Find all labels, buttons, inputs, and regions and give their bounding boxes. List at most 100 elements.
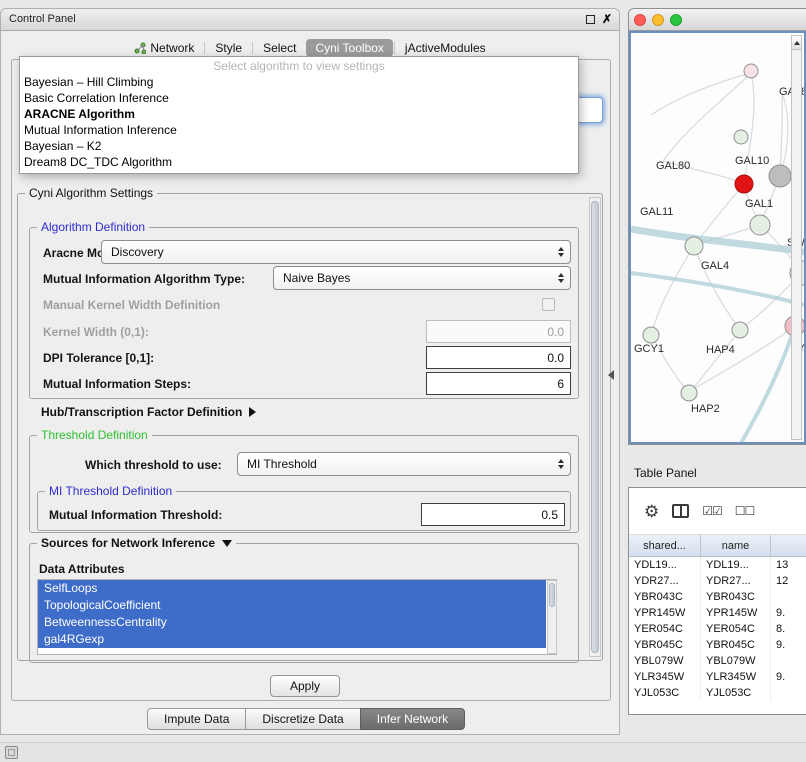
mi-threshold-field[interactable]: 0.5 <box>421 503 565 526</box>
tab-jactivemodules[interactable]: jActiveModules <box>396 39 495 57</box>
cell[interactable] <box>771 685 805 701</box>
apply-button[interactable]: Apply <box>270 675 340 697</box>
cell[interactable]: 9. <box>771 605 805 621</box>
expander-expanded-icon <box>222 540 232 547</box>
scrollbar-thumb[interactable] <box>591 201 599 653</box>
data-attributes-list[interactable]: SelfLoops TopologicalCoefficient Between… <box>37 579 557 655</box>
list-item-gal4rgexp[interactable]: gal4RGexp <box>38 631 546 648</box>
combo-value: Naive Bayes <box>274 271 552 285</box>
dpi-tolerance-field[interactable]: 0.0 <box>426 346 571 369</box>
which-threshold-combo[interactable]: MI Threshold <box>237 452 571 476</box>
cell[interactable]: YPR145W <box>701 605 771 621</box>
aracne-mode-combo[interactable]: Discovery <box>101 240 571 264</box>
cell[interactable]: YJL053C <box>629 685 701 701</box>
network-node-gal4[interactable] <box>685 237 703 255</box>
dropdown-item-aracne[interactable]: ARACNE Algorithm <box>20 106 578 122</box>
table-row[interactable]: YBL079W YBL079W <box>629 653 806 669</box>
list-item-topologicalcoefficient[interactable]: TopologicalCoefficient <box>38 597 546 614</box>
cell[interactable]: YLR345W <box>701 669 771 685</box>
cell[interactable]: 12 <box>771 573 805 589</box>
tab-discretize-data[interactable]: Discretize Data <box>245 708 360 730</box>
settings-scrollbar[interactable] <box>589 197 601 657</box>
tab-select[interactable]: Select <box>254 39 305 57</box>
cell[interactable]: YDL19... <box>629 557 701 573</box>
dropdown-item-basic-correlation[interactable]: Basic Correlation Inference <box>20 90 578 106</box>
table-row[interactable]: YBR045C YBR045C 9. <box>629 637 806 653</box>
scroll-up-arrow[interactable] <box>792 36 801 50</box>
cell[interactable]: YBL079W <box>629 653 701 669</box>
network-node[interactable] <box>744 64 758 78</box>
docked-panel-icon[interactable] <box>5 746 18 759</box>
dropdown-item-mutual-information[interactable]: Mutual Information Inference <box>20 122 578 138</box>
column-header-partial[interactable] <box>771 535 805 556</box>
tab-infer-network[interactable]: Infer Network <box>360 708 465 730</box>
cell[interactable]: YBL079W <box>701 653 771 669</box>
close-icon[interactable]: ✗ <box>602 12 612 26</box>
cell[interactable]: YDR27... <box>629 573 701 589</box>
scrollbar-thumb[interactable] <box>549 583 555 607</box>
cell[interactable]: YPR145W <box>629 605 701 621</box>
float-window-icon[interactable] <box>586 15 595 24</box>
hub-definition-expander[interactable]: Hub/Transcription Factor Definition <box>41 405 256 419</box>
cell[interactable]: YBR043C <box>701 589 771 605</box>
zoom-traffic-light[interactable] <box>670 14 682 26</box>
tab-cyni-toolbox[interactable]: Cyni Toolbox <box>306 39 392 57</box>
cell[interactable]: YBR043C <box>629 589 701 605</box>
kernel-width-field[interactable]: 0.0 <box>426 320 571 343</box>
cell[interactable] <box>771 653 805 669</box>
cell[interactable]: 9. <box>771 637 805 653</box>
table-row[interactable]: YJL053C YJL053C <box>629 685 806 701</box>
cell[interactable]: YBR045C <box>701 637 771 653</box>
network-node-hap4[interactable] <box>732 322 748 338</box>
sources-expander[interactable]: Sources for Network Inference <box>37 536 236 550</box>
list-item-selfloops[interactable]: SelfLoops <box>38 580 546 597</box>
mi-type-combo[interactable]: Naive Bayes <box>273 266 571 290</box>
dropdown-item-dream8[interactable]: Dream8 DC_TDC Algorithm <box>20 154 578 170</box>
network-scrollbar[interactable] <box>791 35 802 440</box>
table-row[interactable]: YLR345W YLR345W 9. <box>629 669 806 685</box>
table-row[interactable]: YDR27... YDR27... 12 <box>629 573 806 589</box>
network-node-selected-red[interactable] <box>735 175 753 193</box>
cell[interactable]: 8. <box>771 621 805 637</box>
network-node-hap2[interactable] <box>681 385 697 401</box>
cell[interactable]: YBR045C <box>629 637 701 653</box>
minimize-traffic-light[interactable] <box>652 14 664 26</box>
cell[interactable]: YJL053C <box>701 685 771 701</box>
tab-network[interactable]: Network <box>125 39 203 57</box>
network-node-gal1[interactable] <box>750 215 770 235</box>
select-all-icon[interactable]: ☑☑ <box>702 504 722 518</box>
dropdown-item-bayesian-k2[interactable]: Bayesian – K2 <box>20 138 578 154</box>
tab-style[interactable]: Style <box>206 39 251 57</box>
table-row[interactable]: YDL19... YDL19... 13 <box>629 557 806 573</box>
mi-steps-field[interactable]: 6 <box>426 372 571 395</box>
deselect-all-icon[interactable]: ☐☐ <box>735 504 755 518</box>
network-node-gal10[interactable] <box>769 165 791 187</box>
cell[interactable]: 13 <box>771 557 805 573</box>
combo-value: Discovery <box>102 245 552 259</box>
field-value: 0.0 <box>547 325 564 339</box>
cell[interactable]: YDR27... <box>701 573 771 589</box>
network-node[interactable] <box>734 130 748 144</box>
tab-impute-data[interactable]: Impute Data <box>147 708 246 730</box>
cell[interactable]: YER054C <box>629 621 701 637</box>
gear-icon[interactable]: ⚙ <box>644 503 659 520</box>
cell[interactable] <box>771 589 805 605</box>
cell[interactable]: YER054C <box>701 621 771 637</box>
table-row[interactable]: YPR145W YPR145W 9. <box>629 605 806 621</box>
table-row[interactable]: YBR043C YBR043C <box>629 589 806 605</box>
cell[interactable]: 9. <box>771 669 805 685</box>
column-header-shared-name[interactable]: shared... <box>629 535 701 556</box>
list-scrollbar[interactable] <box>547 580 557 654</box>
cell[interactable]: YLR345W <box>629 669 701 685</box>
list-item-betweennesscentrality[interactable]: BetweennessCentrality <box>38 614 546 631</box>
cell[interactable]: YDL19... <box>701 557 771 573</box>
splitter-collapse-arrow[interactable] <box>608 370 614 380</box>
network-canvas[interactable]: GAL8 GAL80 GAL10 GAL11 GAL1 SWI4 GAL4 GC… <box>629 31 806 444</box>
table-row[interactable]: YER054C YER054C 8. <box>629 621 806 637</box>
network-node-gcy1[interactable] <box>643 327 659 343</box>
close-traffic-light[interactable] <box>634 14 646 26</box>
columns-icon[interactable] <box>672 504 689 518</box>
manual-kernel-checkbox[interactable] <box>542 298 555 311</box>
dropdown-item-bayesian-hill-climbing[interactable]: Bayesian – Hill Climbing <box>20 74 578 90</box>
column-header-name[interactable]: name <box>701 535 771 556</box>
